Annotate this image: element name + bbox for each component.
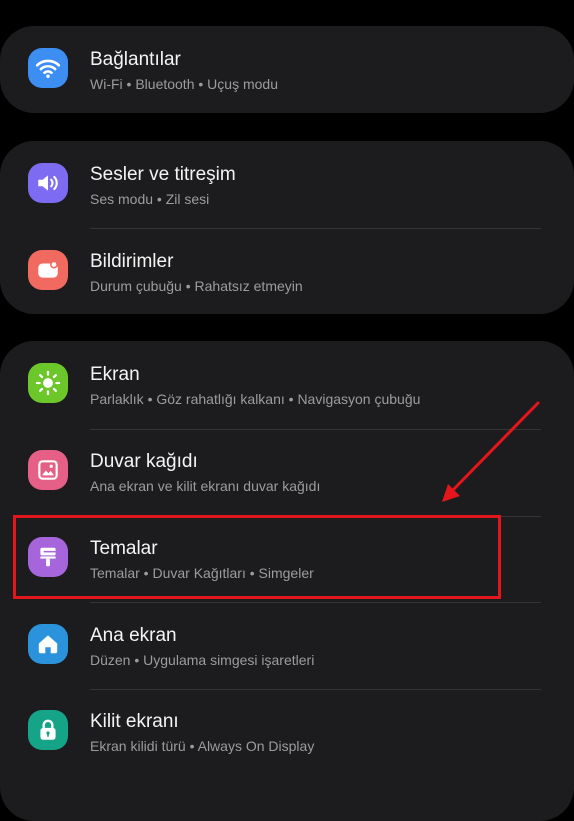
annotation-arrow xyxy=(442,401,540,502)
